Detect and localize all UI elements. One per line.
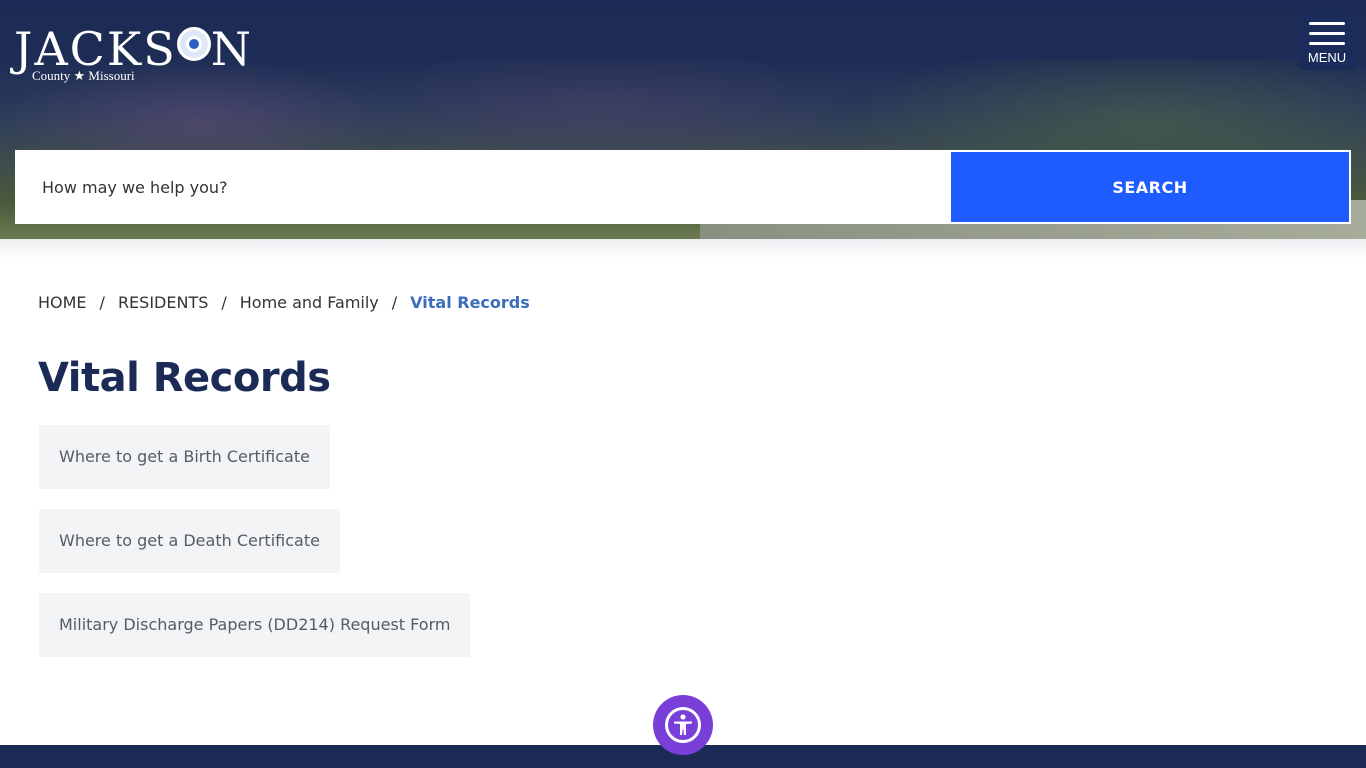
breadcrumb-home-and-family[interactable]: Home and Family: [240, 293, 379, 312]
link-list: Where to get a Birth Certificate Where t…: [39, 425, 471, 677]
logo[interactable]: JACKS N County ★ Missouri: [14, 26, 253, 83]
search-input[interactable]: [15, 150, 949, 224]
breadcrumb-home[interactable]: HOME: [38, 293, 87, 312]
accessibility-button[interactable]: [653, 695, 713, 755]
county-seal-icon: [176, 27, 211, 61]
link-military-discharge[interactable]: Military Discharge Papers (DD214) Reques…: [39, 593, 471, 657]
hero-banner: JACKSN County ★ Missouri MENU SEARCH: [0, 0, 1366, 239]
search-button[interactable]: SEARCH: [949, 150, 1351, 224]
hamburger-icon: [1309, 22, 1345, 25]
logo-subtitle: County ★ Missouri: [32, 68, 135, 83]
divider: [0, 239, 1366, 259]
menu-button[interactable]: MENU: [1298, 14, 1356, 70]
search-bar: SEARCH: [15, 150, 1351, 224]
page-title: Vital Records: [38, 355, 331, 401]
menu-label: MENU: [1307, 50, 1347, 65]
breadcrumb-current: Vital Records: [410, 293, 530, 312]
breadcrumb-residents[interactable]: RESIDENTS: [118, 293, 208, 312]
link-death-certificate[interactable]: Where to get a Death Certificate: [39, 509, 340, 573]
link-birth-certificate[interactable]: Where to get a Birth Certificate: [39, 425, 330, 489]
breadcrumb: HOME / RESIDENTS / Home and Family / Vital …: [38, 293, 530, 312]
accessibility-person-icon: [665, 707, 701, 743]
